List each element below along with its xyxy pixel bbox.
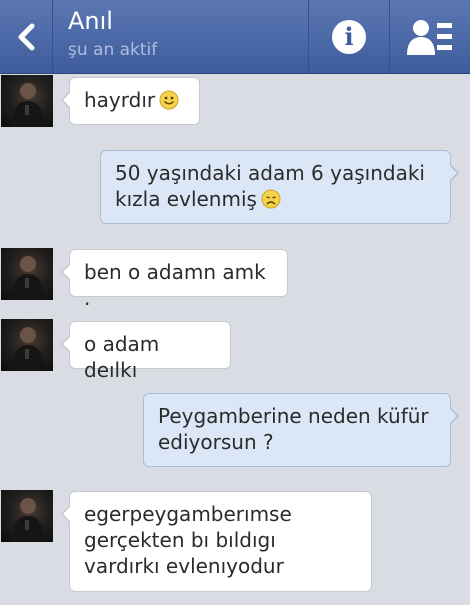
contact-avatar[interactable] — [1, 248, 53, 300]
message-text: o adam deılkı — [84, 332, 160, 382]
conversation-title: Anıl şu an aktif — [68, 6, 157, 64]
incoming-message[interactable]: hayrdır — [61, 77, 200, 125]
contact-avatar[interactable] — [1, 490, 53, 542]
message-text: egerpeygamberımse gerçekten bı bıldıgı v… — [84, 502, 292, 578]
outgoing-message[interactable]: Peygamberine neden küfür ediyorsun ? — [143, 393, 459, 467]
sad-emoji-icon — [261, 189, 281, 215]
friend-list-button[interactable] — [389, 0, 470, 73]
contact-name: Anıl — [68, 7, 113, 35]
incoming-message[interactable]: egerpeygamberımse gerçekten bı bıldıgı v… — [61, 491, 372, 592]
person-photo-icon — [11, 83, 45, 127]
person-photo-icon — [11, 327, 45, 371]
incoming-message[interactable]: ben o adamn amk . — [61, 249, 288, 310]
chevron-left-icon — [18, 23, 35, 50]
message-text: hayrdır — [84, 88, 156, 112]
back-button[interactable] — [0, 0, 53, 73]
person-photo-icon — [11, 256, 45, 300]
presence-status: şu an aktif — [68, 40, 158, 60]
info-button[interactable]: i — [308, 0, 390, 73]
message-text: ben o adamn amk . — [84, 260, 266, 310]
outgoing-message[interactable]: 50 yaşındaki adam 6 yaşındaki kızla evle… — [100, 150, 459, 224]
smile-emoji-icon — [159, 90, 179, 116]
contact-avatar[interactable] — [1, 75, 53, 127]
info-icon: i — [332, 19, 366, 54]
contact-avatar[interactable] — [1, 319, 53, 371]
chat-header: Anıl şu an aktif i — [0, 0, 470, 74]
person-photo-icon — [11, 498, 45, 542]
incoming-message[interactable]: o adam deılkı — [61, 321, 231, 382]
message-text: Peygamberine neden küfür ediyorsun ? — [158, 404, 429, 454]
friend-list-icon — [406, 19, 452, 55]
